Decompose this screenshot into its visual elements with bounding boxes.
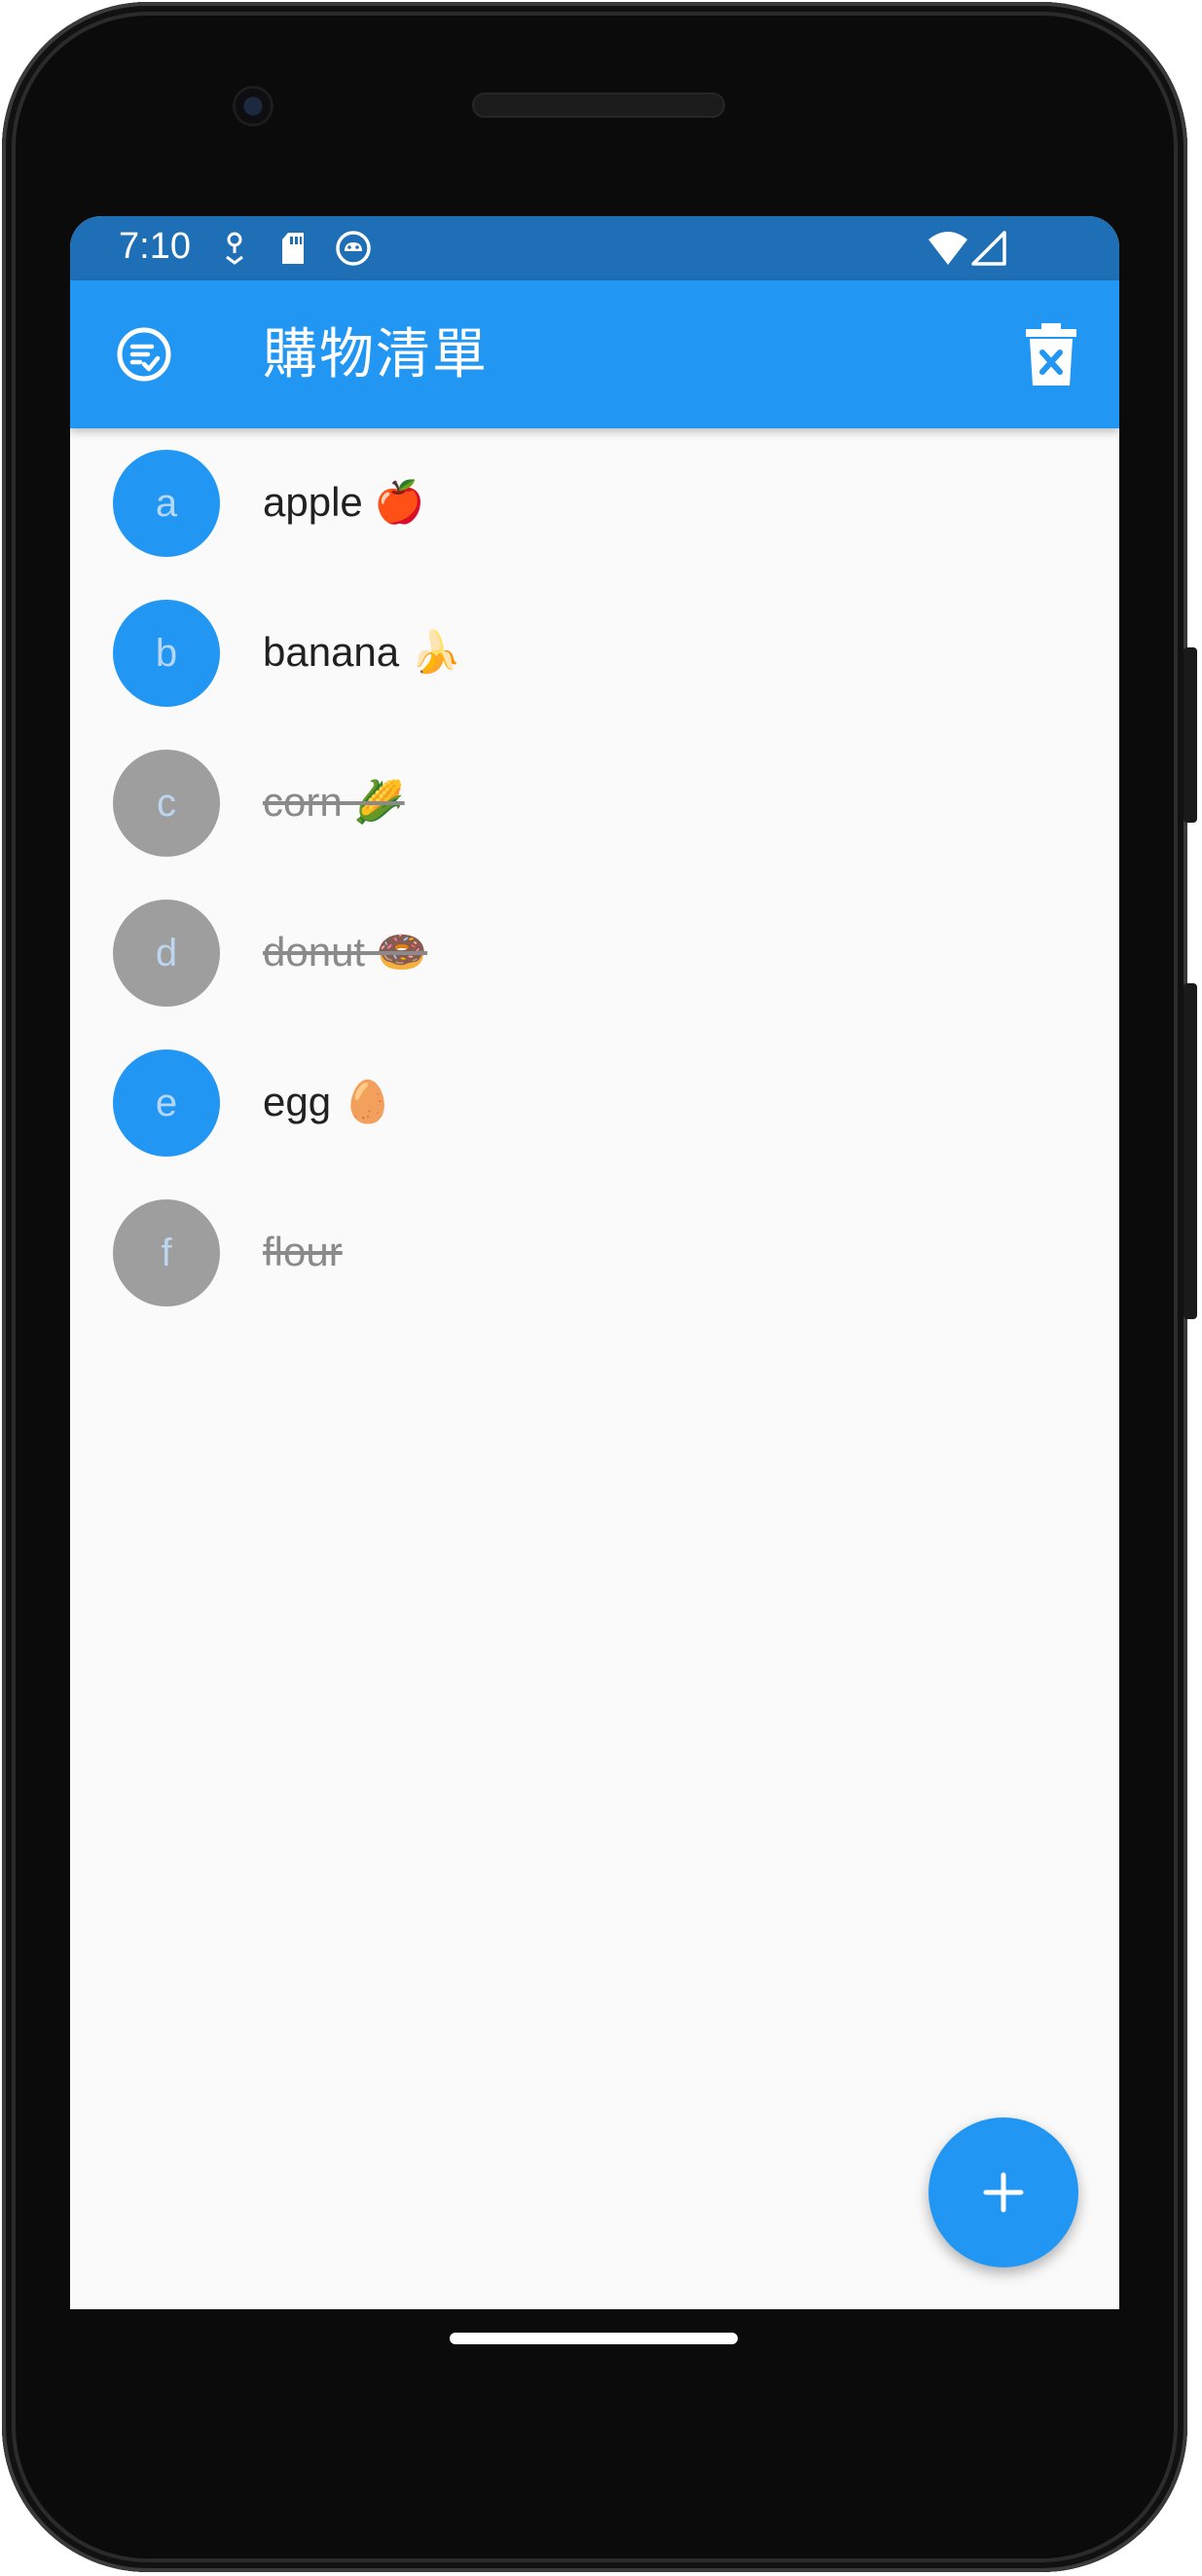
list-item[interactable]: a apple 🍎 xyxy=(70,428,1119,578)
phone-frame: 7:10 購物清單 a apple 🍎 b banana 🍌 c corn 🌽 … xyxy=(2,2,1187,2572)
item-label: corn 🌽 xyxy=(263,779,405,825)
add-item-button[interactable] xyxy=(929,2117,1078,2267)
item-avatar: e xyxy=(113,1049,220,1157)
item-avatar: b xyxy=(113,600,220,707)
page-title: 購物清單 xyxy=(263,323,489,385)
app-bar: 購物清單 xyxy=(70,280,1119,428)
home-indicator[interactable] xyxy=(450,2333,738,2344)
list-item[interactable]: c corn 🌽 xyxy=(70,728,1119,878)
list-item[interactable]: f flour xyxy=(70,1178,1119,1328)
item-avatar: c xyxy=(113,750,220,857)
status-bar: 7:10 xyxy=(70,216,1119,280)
item-label: flour xyxy=(263,1229,343,1274)
plus-icon xyxy=(983,2172,1024,2213)
item-label: egg 🥚 xyxy=(263,1079,394,1124)
earpiece-speaker xyxy=(472,92,725,118)
item-avatar: a xyxy=(113,450,220,557)
signal-icon xyxy=(971,231,1006,266)
sd-card-icon xyxy=(282,233,304,264)
item-label: apple 🍎 xyxy=(263,479,425,525)
item-avatar: d xyxy=(113,900,220,1007)
list-item[interactable]: b banana 🍌 xyxy=(70,578,1119,728)
checklist-icon[interactable] xyxy=(115,325,173,384)
gps-icon xyxy=(226,232,243,265)
front-camera xyxy=(236,89,271,124)
item-avatar: f xyxy=(113,1199,220,1306)
wifi-icon xyxy=(929,232,967,265)
list-item[interactable]: e egg 🥚 xyxy=(70,1028,1119,1178)
app-screen: 7:10 購物清單 a apple 🍎 b banana 🍌 c corn 🌽 … xyxy=(70,216,1119,2309)
status-time: 7:10 xyxy=(119,226,191,267)
power-button xyxy=(1184,647,1197,823)
app-notification-icon xyxy=(336,231,371,266)
list-item[interactable]: d donut 🍩 xyxy=(70,878,1119,1028)
item-label: donut 🍩 xyxy=(263,929,428,975)
delete-sweep-icon[interactable] xyxy=(1020,321,1082,389)
item-label: banana 🍌 xyxy=(263,629,462,675)
volume-button xyxy=(1184,983,1197,1319)
